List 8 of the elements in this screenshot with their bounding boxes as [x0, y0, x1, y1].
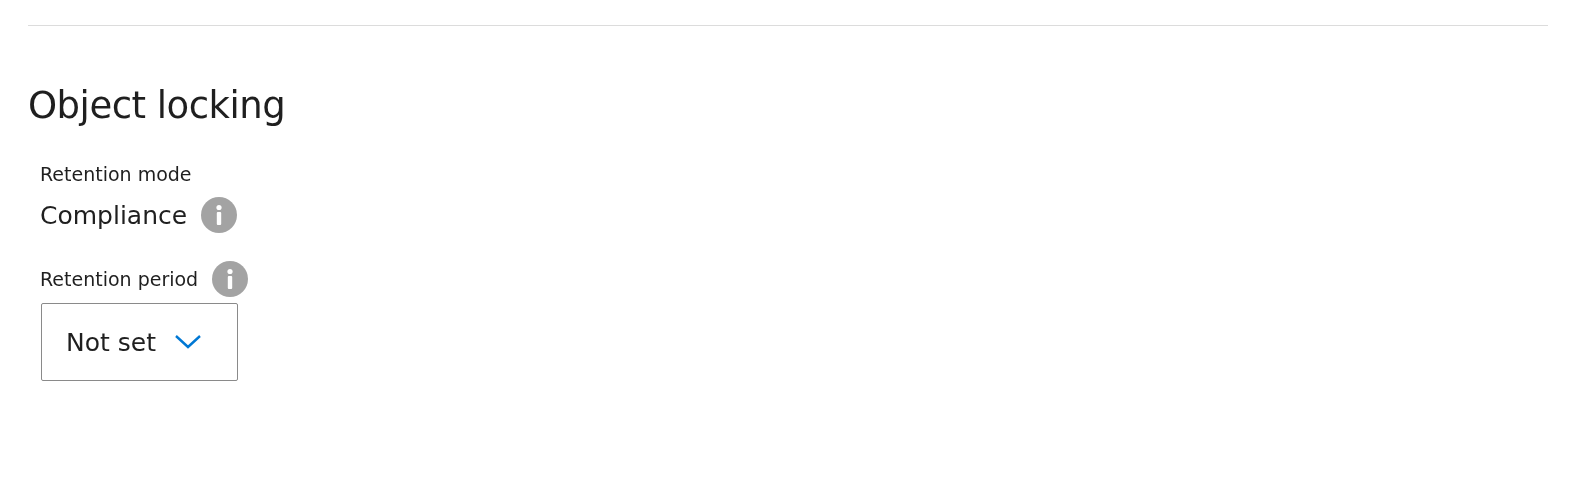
info-icon[interactable] [212, 261, 249, 297]
field-label: Retention mode [40, 163, 193, 185]
field-label: Retention period [40, 268, 199, 290]
section-title: Object locking [28, 83, 287, 129]
info-icon[interactable] [201, 197, 238, 233]
dropdown[interactable]: Not set [41, 303, 238, 381]
chevron-down-icon [173, 334, 202, 350]
field-value: Compliance [40, 200, 188, 230]
